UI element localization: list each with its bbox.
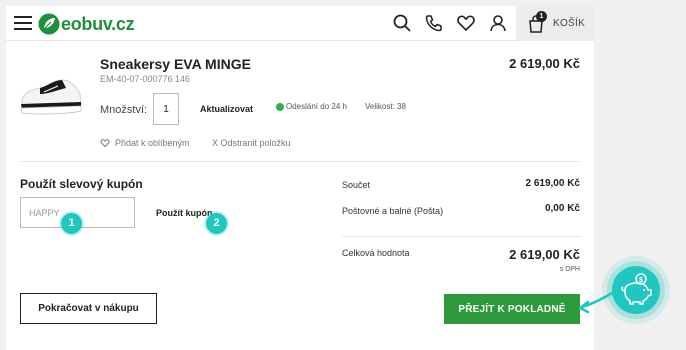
shipping-status: Odeslání do 24 h [276,102,347,111]
product-size: Velikost: 38 [365,102,406,111]
cart-count-badge: 1 [536,10,547,22]
add-to-favorites-link[interactable]: Přidat k oblíbeným [100,138,190,148]
menu-icon[interactable] [14,16,32,30]
coupon-title: Použít slevový kupón [20,177,143,191]
cart-page: eobuv.cz 1 KOŠÍK Sneakersy EVA MINGE EM-… [6,6,594,350]
leaf-logo-icon [38,13,60,35]
cart-label: KOŠÍK [553,18,586,29]
update-button[interactable]: Aktualizovat [200,104,253,114]
step-badge-2: 2 [206,213,227,234]
subtotal-value: 2 619,00 Kč [525,178,581,189]
total-label: Celková hodnota [342,248,410,258]
remove-item-link[interactable]: X Odstranit položku [212,138,291,148]
step-badge-1: 1 [61,213,82,234]
shopping-bag-icon: 1 [528,10,547,33]
product-code: EM-40-07-000776 146 [100,74,191,84]
cart-button[interactable]: 1 KOŠÍK [516,6,594,41]
continue-shopping-button[interactable]: Pokračovat v nákupu [20,293,157,324]
site-logo[interactable]: eobuv.cz [38,12,135,36]
shipping-text: Odeslání do 24 h [286,102,347,111]
heart-icon[interactable] [456,13,476,33]
pointer-arrow-icon [578,290,616,314]
product-price: 2 619,00 Kč [509,56,580,71]
product-name[interactable]: Sneakersy EVA MINGE [100,56,251,72]
totals-divider [342,236,580,237]
total-value: 2 619,00 Kč [509,247,580,262]
in-stock-dot-icon [276,102,284,111]
piggy-bank-graphic: $ [621,273,652,305]
favorite-label: Přidat k oblíbeným [115,138,190,148]
search-icon[interactable] [392,13,412,33]
site-header: eobuv.cz 1 KOŠÍK [6,6,594,41]
quantity-label: Množství: [100,104,148,116]
piggy-bank-icon[interactable]: $ [612,266,660,314]
user-icon[interactable] [488,13,508,33]
product-image[interactable] [18,64,84,122]
divider [20,161,580,162]
shipping-value: 0,00 Kč [544,203,580,214]
vat-note: s DPH [559,266,580,273]
apply-coupon-button[interactable]: Použít kupón [156,208,213,218]
quantity-input[interactable]: 1 [153,93,179,125]
subtotal-label: Součet [342,180,371,190]
logo-text: eobuv.cz [61,13,135,34]
heart-icon [100,139,110,148]
checkout-button[interactable]: PŘEJÍT K POKLADNĚ [444,294,580,324]
phone-icon[interactable] [424,13,444,33]
shipping-label: Poštovné a balné (Pošta) [342,206,444,216]
